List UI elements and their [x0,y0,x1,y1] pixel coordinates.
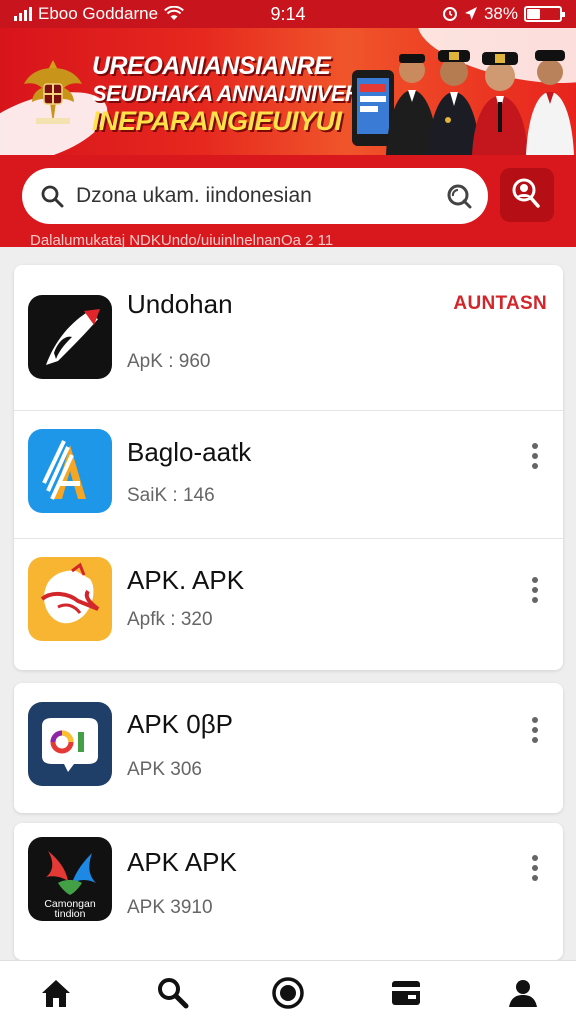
user-search-icon [512,178,540,208]
search-box[interactable] [22,168,488,224]
wallet-icon[interactable] [388,975,424,1011]
search-input[interactable] [76,178,436,214]
app-subtitle: APK 306 [127,759,202,780]
colorful-oi-logo-icon [28,702,112,786]
shield-mask-logo-icon [28,557,112,641]
alarm-icon [442,7,457,21]
app-subtitle: ApK : 960 [127,351,211,372]
lens-search-icon[interactable] [446,183,472,209]
location-icon [464,7,477,20]
news-ticker: Dalalumukataj NDKUndo/uiuinlnelnanOa 2 1… [30,233,334,249]
feather-logo-icon [28,295,112,379]
battery-percent: 38% [483,4,518,23]
more-options-icon[interactable] [531,443,539,469]
banner-line-3: INEPARANGIEUIYUI [92,106,342,137]
app-subtitle: Apfk : 320 [127,609,213,630]
banner-line-2: SEUDHAKA ANNAIJNIVEH. [92,80,366,106]
search-icon [41,185,64,208]
record-icon[interactable] [270,975,306,1011]
app-subtitle: SaiK : 146 [127,485,215,506]
app-name: APK 0βP [127,709,234,739]
battery-icon [524,6,565,22]
banner-line-1: UREOANIANSIANRE [92,52,331,80]
svg-text:tindion: tindion [55,908,86,920]
app-row[interactable]: Undohan ApK : 960 AUNTASN [14,265,563,410]
account-icon[interactable] [505,975,541,1011]
search-icon[interactable] [155,975,191,1011]
app-name: Undohan [127,289,233,319]
user-profile-button[interactable] [500,168,554,222]
status-badge: AUNTASN [453,293,547,314]
app-card[interactable]: Camongan tindion APK APK APK 3910 [14,823,563,960]
garuda-emblem-icon [24,60,82,124]
app-list-card: Undohan ApK : 960 AUNTASN Baglo-aatk Sai… [14,265,563,670]
striped-a-logo-icon [28,429,112,513]
flame-logo-icon: Camongan tindion [28,837,112,921]
more-options-icon[interactable] [531,577,539,603]
app-name: APK. APK [127,565,245,595]
status-bar: Eboo Goddarne 9:14 38% [0,0,576,28]
more-options-icon[interactable] [531,717,539,743]
officials-group-illustration [352,50,574,155]
app-row[interactable]: APK. APK Apfk : 320 [14,538,563,668]
app-row[interactable]: Baglo-aatk SaiK : 146 [14,410,563,538]
promo-banner[interactable]: UREOANIANSIANRE SEUDHAKA ANNAIJNIVEH. IN… [0,28,576,155]
app-name: Baglo-aatk [127,437,252,467]
app-name: APK APK [127,847,237,877]
app-subtitle: APK 3910 [127,897,213,918]
bottom-navigation [0,960,576,1024]
app-card[interactable]: APK 0βP APK 306 [14,683,563,813]
home-icon[interactable] [38,975,74,1011]
search-bar-area: Dalalumukataj NDKUndo/uiuinlnelnanOa 2 1… [0,155,576,249]
more-options-icon[interactable] [531,855,539,881]
